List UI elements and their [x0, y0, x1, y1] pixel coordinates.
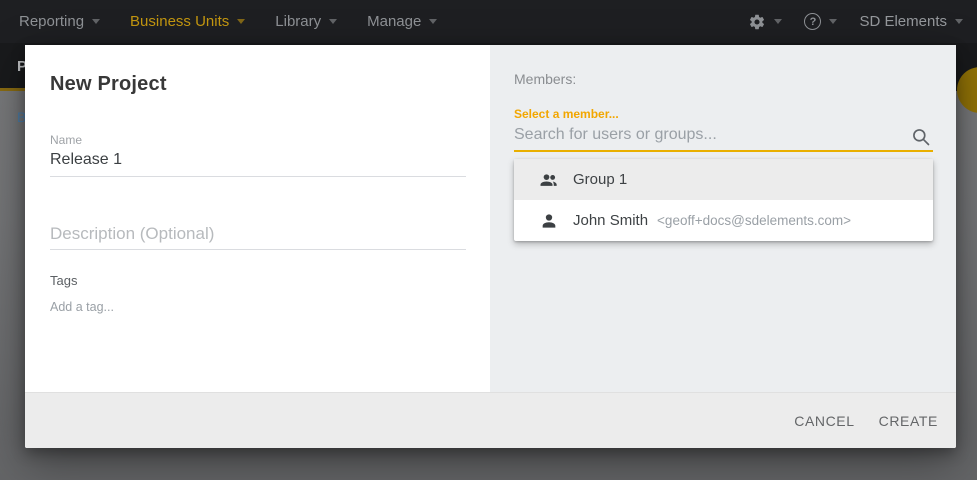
top-nav-right: ? SD Elements	[726, 13, 977, 31]
account-menu-label: SD Elements	[859, 13, 947, 30]
dialog-title: New Project	[50, 72, 466, 96]
nav-item-label: Library	[275, 13, 321, 30]
help-icon: ?	[804, 13, 821, 30]
member-search-field	[514, 123, 933, 152]
nav-item-label: Business Units	[130, 13, 229, 30]
member-result-user[interactable]: John Smith <geoff+docs@sdelements.com>	[514, 200, 933, 241]
settings-menu[interactable]	[748, 13, 782, 31]
screen: P B Reporting Business Units Library Man…	[0, 0, 977, 480]
create-button[interactable]: CREATE	[867, 403, 950, 439]
project-name-label: Name	[50, 134, 466, 146]
nav-item-library[interactable]: Library	[275, 13, 337, 30]
new-project-dialog: New Project Name Tags Members: Select a …	[25, 45, 956, 448]
nav-item-label: Manage	[367, 13, 421, 30]
member-result-group[interactable]: Group 1	[514, 159, 933, 200]
top-nav-menus: Reporting Business Units Library Manage	[0, 13, 467, 30]
member-search-input[interactable]	[514, 123, 933, 152]
group-icon	[539, 170, 559, 190]
chevron-down-icon	[829, 19, 837, 24]
project-description-input[interactable]	[50, 223, 466, 250]
top-nav: Reporting Business Units Library Manage	[0, 0, 977, 43]
chevron-down-icon	[429, 19, 437, 24]
project-details-pane: New Project Name Tags	[25, 45, 490, 392]
dialog-footer: CANCEL CREATE	[25, 392, 956, 448]
search-icon	[911, 127, 931, 147]
chevron-down-icon	[92, 19, 100, 24]
tags-label: Tags	[50, 274, 466, 288]
chevron-down-icon	[237, 19, 245, 24]
nav-item-label: Reporting	[19, 13, 84, 30]
nav-item-manage[interactable]: Manage	[367, 13, 437, 30]
gear-icon	[748, 13, 766, 31]
chevron-down-icon	[955, 19, 963, 24]
members-pane: Members: Select a member... G	[490, 45, 956, 392]
nav-item-business-units[interactable]: Business Units	[130, 13, 245, 30]
select-member-label: Select a member...	[514, 107, 933, 121]
result-name: Group 1	[573, 171, 627, 188]
result-email: <geoff+docs@sdelements.com>	[657, 213, 851, 228]
cancel-button[interactable]: CANCEL	[782, 403, 866, 439]
add-tag-input[interactable]	[50, 300, 466, 314]
project-name-input[interactable]	[50, 150, 466, 177]
help-menu[interactable]: ?	[804, 13, 837, 30]
member-results-dropdown: Group 1 John Smith <geoff+docs@sdelement…	[514, 159, 933, 241]
chevron-down-icon	[774, 19, 782, 24]
result-name: John Smith	[573, 212, 648, 229]
person-icon	[539, 211, 559, 231]
members-label: Members:	[514, 71, 933, 87]
account-menu[interactable]: SD Elements	[859, 13, 963, 30]
nav-item-reporting[interactable]: Reporting	[19, 13, 100, 30]
chevron-down-icon	[329, 19, 337, 24]
